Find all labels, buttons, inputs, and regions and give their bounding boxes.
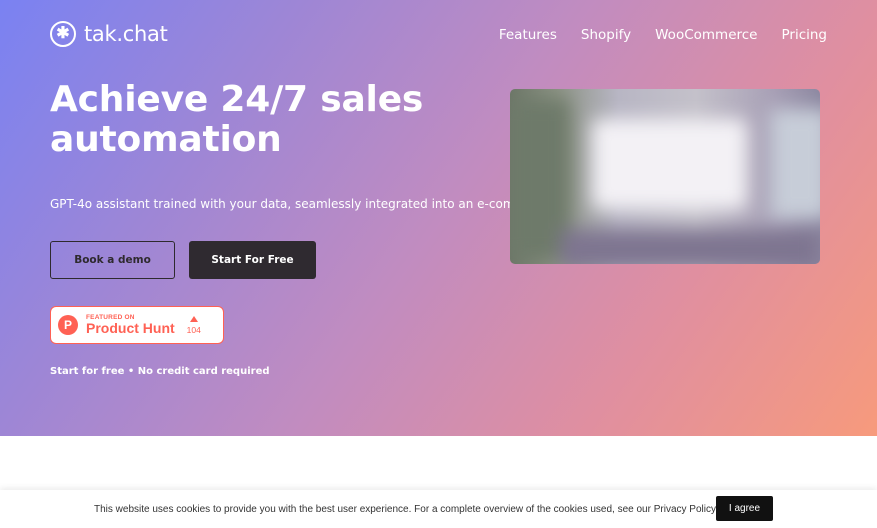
cookie-banner: This website uses cookies to provide you…	[0, 490, 877, 528]
asterisk-icon: ✱	[50, 21, 76, 47]
brand-logo[interactable]: ✱ tak.chat	[50, 21, 168, 47]
book-demo-button[interactable]: Book a demo	[50, 241, 175, 279]
nav-features[interactable]: Features	[499, 27, 557, 43]
start-free-button[interactable]: Start For Free	[189, 241, 316, 279]
product-hunt-badge[interactable]: P FEATURED ON Product Hunt 104	[50, 306, 224, 344]
product-hunt-logo-icon: P	[58, 315, 78, 335]
product-hunt-name: Product Hunt	[86, 320, 175, 336]
brand-name: tak.chat	[84, 22, 168, 46]
cookie-message: This website uses cookies to provide you…	[94, 504, 719, 515]
nav-woocommerce[interactable]: WooCommerce	[655, 27, 757, 43]
nav-shopify[interactable]: Shopify	[581, 27, 631, 43]
product-hunt-votes: 104	[186, 315, 201, 335]
product-hunt-vote-count: 104	[186, 324, 201, 335]
hero-section: ✱ tak.chat Features Shopify WooCommerce …	[0, 0, 877, 436]
hero-headline: Achieve 24/7 sales automation	[50, 79, 424, 160]
nav-pricing[interactable]: Pricing	[781, 27, 827, 43]
upvote-arrow-icon	[189, 315, 198, 322]
main-nav: Features Shopify WooCommerce Pricing	[499, 27, 827, 43]
cookie-agree-button[interactable]: I agree	[716, 496, 773, 521]
free-note: Start for free • No credit card required	[50, 366, 270, 377]
product-preview-video[interactable]	[510, 89, 820, 264]
